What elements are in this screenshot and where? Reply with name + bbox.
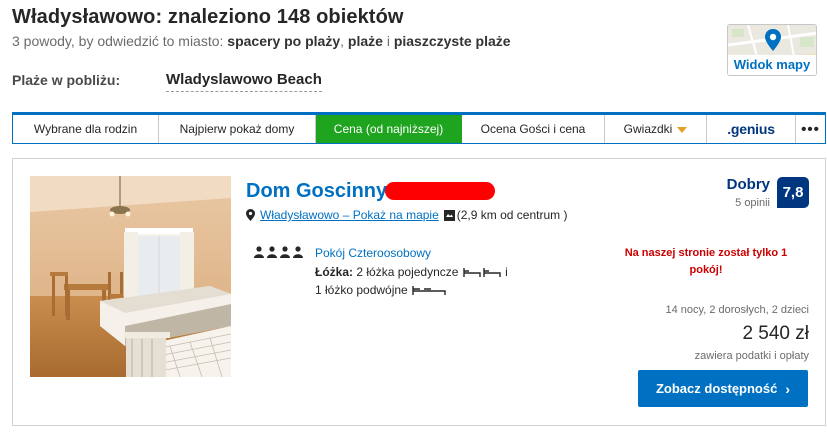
beach-link[interactable]: Wladyslawowo Beach <box>166 71 322 92</box>
total-price: 2 540 zł <box>742 323 809 344</box>
reason-separator: , <box>340 33 345 49</box>
reason-separator: i <box>386 33 390 49</box>
see-availability-button[interactable]: Zobacz dostępność › <box>638 370 808 407</box>
room-type-link[interactable]: Pokój Czteroosobowy <box>315 246 431 260</box>
double-bed-text: 1 łóżko podwójne <box>315 283 408 297</box>
four-guests-icon <box>254 246 303 258</box>
availability-alert: Na naszej stronie został tylko 1 pokój! <box>624 247 788 276</box>
property-photo[interactable] <box>30 176 231 377</box>
sort-tab-stars[interactable]: Gwiazdki <box>605 115 707 143</box>
taxes-note: zawiera podatki i opłaty <box>694 350 809 362</box>
chevron-right-icon: › <box>785 380 791 397</box>
property-name-link[interactable]: Dom Goscinny <box>246 180 387 203</box>
beds-label: Łóżka: <box>315 265 354 279</box>
sort-tab-label: Cena (od najniższej) <box>333 122 444 136</box>
nearby-beaches-label: Plaże w pobliżu: <box>12 72 121 88</box>
review-count[interactable]: 5 opinii <box>703 197 770 209</box>
dropdown-arrow-icon <box>677 126 688 133</box>
page-title: Władysławowo: znaleziono 148 obiektów <box>12 6 404 28</box>
reason-3: piaszczyste plaże <box>393 33 511 49</box>
see-availability-label: Zobacz dostępność <box>655 381 778 396</box>
reason-1: spacery po plaży <box>227 33 341 49</box>
bed-configuration: Łóżka: 2 łóżka pojedyncze i 1 łóżko podw… <box>315 263 525 299</box>
property-location: Władysławowo – Pokaż na mapie (2,9 km od… <box>246 208 567 222</box>
distance-from-center: (2,9 km od centrum ) <box>456 208 568 222</box>
single-bed-icon <box>463 268 501 278</box>
location-pin-icon <box>246 209 255 221</box>
property-card: Dom Goscinny Władysławowo – Pokaż na map… <box>12 158 826 426</box>
map-icon <box>443 209 455 221</box>
sort-tab-label: Ocena Gości i cena <box>480 122 586 136</box>
sort-bar: Wybrane dla rodzin Najpierw pokaż domy C… <box>12 112 826 144</box>
double-bed-icon <box>412 286 446 296</box>
subtitle-prefix: 3 powody, by odwiedzić to miasto: <box>12 33 224 49</box>
genius-logo: .genius <box>727 121 775 137</box>
more-options-icon: ••• <box>801 120 820 138</box>
sort-tab-label: Gwiazdki <box>623 122 673 136</box>
map-pin-icon <box>765 29 781 51</box>
map-view-label: Widok mapy <box>728 55 816 75</box>
review-score-label: Dobry <box>726 176 770 193</box>
beds-conjunction: i <box>505 265 508 279</box>
review-score-badge[interactable]: 7,8 <box>777 177 809 208</box>
sort-tab-price-lowest[interactable]: Cena (od najniższej) <box>316 115 462 143</box>
reason-2: plaże <box>347 33 383 49</box>
sort-tab-homes-first[interactable]: Najpierw pokaż domy <box>159 115 316 143</box>
sort-tab-families[interactable]: Wybrane dla rodzin <box>13 115 159 143</box>
sort-tab-guest-rating-price[interactable]: Ocena Gości i cena <box>462 115 605 143</box>
sort-tab-label: Najpierw pokaż domy <box>179 122 295 136</box>
sort-tab-genius[interactable]: .genius <box>707 115 796 143</box>
reasons-subtitle: 3 powody, by odwiedzić to miasto: spacer… <box>12 33 511 49</box>
more-options-button[interactable]: ••• <box>796 115 825 143</box>
map-view-button[interactable]: Widok mapy <box>727 24 817 76</box>
single-beds-text: 2 łóżka pojedyncze <box>356 265 459 279</box>
redaction-mark <box>385 182 495 200</box>
stay-details: 14 nocy, 2 dorosłych, 2 dzieci <box>665 304 809 316</box>
show-on-map-link[interactable]: Władysławowo – Pokaż na mapie <box>260 208 439 222</box>
sort-tab-label: Wybrane dla rodzin <box>33 122 138 136</box>
